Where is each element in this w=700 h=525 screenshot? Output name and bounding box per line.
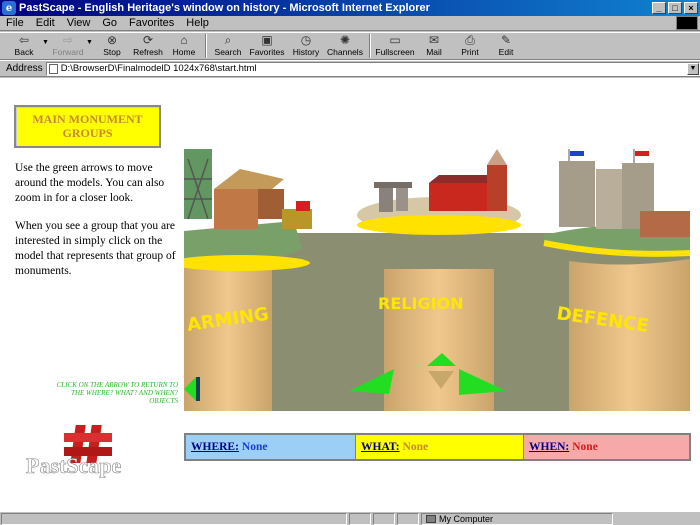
status-text xyxy=(1,512,347,525)
where-cell[interactable]: WHERE: None xyxy=(186,435,356,459)
home-button[interactable]: ⌂ Home xyxy=(166,33,202,59)
window-title: PastScape - English Heritage's window on… xyxy=(19,2,430,14)
where-label: WHERE: xyxy=(191,441,239,453)
status-offline xyxy=(397,512,419,525)
edit-icon: ✎ xyxy=(500,33,512,47)
channels-button[interactable]: ✺ Channels xyxy=(324,33,366,59)
forward-button[interactable]: ⇨ Forward xyxy=(50,33,86,59)
when-cell[interactable]: WHEN: None xyxy=(524,435,689,459)
forward-arrow-icon: ⇨ xyxy=(62,33,74,47)
address-label: Address xyxy=(6,63,43,74)
address-input[interactable]: D:\BrowserD\FinalmodelD 1024x768\start.h… xyxy=(45,61,700,76)
mail-icon: ✉ xyxy=(428,33,440,47)
forward-dropdown[interactable]: ▼ xyxy=(86,33,94,46)
title-bar: e PastScape - English Heritage's window … xyxy=(0,0,700,16)
refresh-button[interactable]: ⟳ Refresh xyxy=(130,33,166,59)
menu-view[interactable]: View xyxy=(61,17,97,29)
when-label: WHEN: xyxy=(529,441,570,453)
intro-paragraph-1: Use the green arrows to move around the … xyxy=(15,162,165,204)
back-button[interactable]: ⇦ Back xyxy=(6,33,42,59)
close-button[interactable]: × xyxy=(684,2,698,14)
address-bar: Address D:\BrowserD\FinalmodelD 1024x768… xyxy=(0,60,700,77)
what-value: None xyxy=(402,441,429,453)
menu-help[interactable]: Help xyxy=(180,17,215,29)
back-arrow-icon: ⇦ xyxy=(18,33,30,47)
history-icon: ◷ xyxy=(300,33,312,47)
mail-button[interactable]: ✉ Mail xyxy=(416,33,452,59)
search-icon: ⌕ xyxy=(224,33,232,47)
status-progress xyxy=(349,512,371,525)
address-dropdown-icon[interactable]: ▼ xyxy=(687,62,699,75)
pastscape-logo: PastScape xyxy=(26,425,122,478)
menu-go[interactable]: Go xyxy=(96,17,123,29)
page-content: MAIN MONUMENT GROUPS Use the green arrow… xyxy=(0,78,700,512)
search-button[interactable]: ⌕ Search xyxy=(210,33,246,59)
channels-icon: ✺ xyxy=(339,33,351,47)
back-dropdown[interactable]: ▼ xyxy=(42,33,50,46)
main-monument-groups-heading: MAIN MONUMENT GROUPS xyxy=(14,105,161,148)
intro-text: Use the green arrows to move around the … xyxy=(15,161,185,292)
ie-throbber-icon xyxy=(676,16,698,30)
history-button[interactable]: ◷ History xyxy=(288,33,324,59)
what-cell[interactable]: WHAT: None xyxy=(356,435,524,459)
menu-bar: File Edit View Go Favorites Help xyxy=(0,16,700,31)
toolbar-separator xyxy=(369,34,371,58)
print-button[interactable]: ⎙ Print xyxy=(452,33,488,59)
status-secure xyxy=(373,512,395,525)
when-value: None xyxy=(572,441,598,453)
logo-text: PastScape xyxy=(26,453,122,478)
zone-label: My Computer xyxy=(439,513,494,524)
address-value: D:\BrowserD\FinalmodelD 1024x768\start.h… xyxy=(60,62,257,74)
ie-logo-icon: e xyxy=(2,1,16,15)
minimize-button[interactable]: _ xyxy=(652,2,666,14)
toolbar: ⇦ Back ▼ ⇨ Forward ▼ ⊗ Stop ⟳ Refresh ⌂ Home … xyxy=(0,32,700,60)
stop-button[interactable]: ⊗ Stop xyxy=(94,33,130,59)
toolbar-separator xyxy=(205,34,207,58)
maximize-button[interactable]: □ xyxy=(668,2,682,14)
monument-model-scene[interactable]: ARMING RELIGION DEFENCE xyxy=(184,149,690,411)
scene-label-religion[interactable]: RELIGION xyxy=(378,294,463,313)
where-value: None xyxy=(241,441,268,453)
status-zone: My Computer xyxy=(421,512,613,525)
refresh-icon: ⟳ xyxy=(142,33,154,47)
menu-edit[interactable]: Edit xyxy=(30,17,61,29)
favorites-button[interactable]: ▣ Favorites xyxy=(246,33,288,59)
menu-favorites[interactable]: Favorites xyxy=(123,17,180,29)
home-icon: ⌂ xyxy=(180,33,188,47)
print-icon: ⎙ xyxy=(465,33,475,47)
selection-info-bar: WHERE: None WHAT: None WHEN: None xyxy=(184,433,691,461)
fullscreen-icon: ▭ xyxy=(389,33,401,47)
return-hint: CLICK ON THE ARROW TO RETURN TO THE WHER… xyxy=(56,381,178,406)
fullscreen-button[interactable]: ▭ Fullscreen xyxy=(374,33,416,59)
intro-paragraph-2: When you see a group that you are intere… xyxy=(15,219,176,277)
edit-button[interactable]: ✎ Edit xyxy=(488,33,524,59)
stop-icon: ⊗ xyxy=(106,33,118,47)
status-bar: My Computer xyxy=(0,512,700,525)
menu-file[interactable]: File xyxy=(0,17,30,29)
page-icon xyxy=(48,63,58,74)
my-computer-icon xyxy=(426,514,436,523)
favorites-icon: ▣ xyxy=(261,33,273,47)
return-arrow-bar xyxy=(196,377,200,401)
what-label: WHAT: xyxy=(361,441,400,453)
